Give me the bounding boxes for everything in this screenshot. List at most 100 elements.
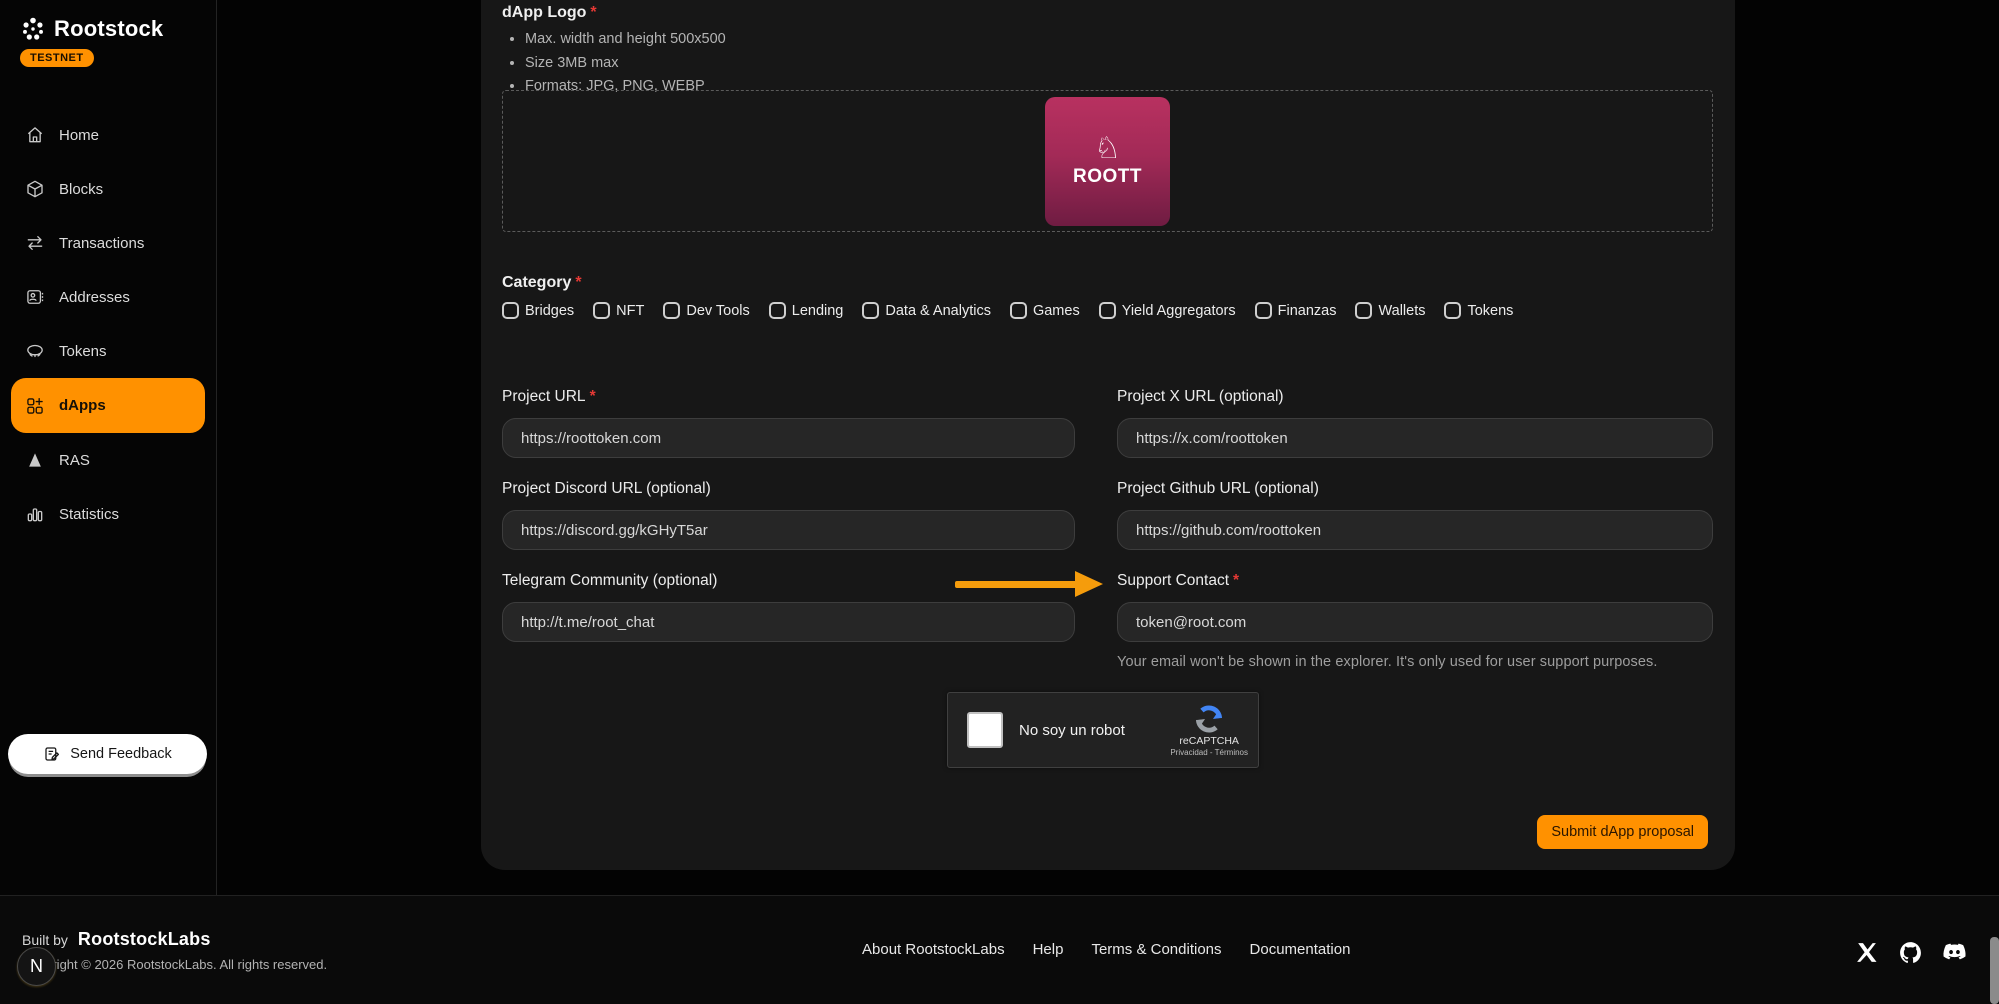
sidebar-item-home[interactable]: Home [0,108,216,162]
required-marker: * [575,274,581,291]
checkbox[interactable] [502,302,519,319]
sidebar-item-addresses[interactable]: Addresses [0,270,216,324]
field-project-url: Project URL* [502,388,1075,458]
github-icon[interactable] [1898,940,1923,965]
transactions-icon [25,233,45,253]
field-project-discord-url: Project Discord URL (optional) [502,480,1075,550]
logo-requirement: Max. width and height 500x500 [525,28,726,52]
brand-name: Rootstock [54,16,163,42]
tokens-icon [25,341,45,361]
recaptcha-privacy-links[interactable]: Privacidad - Términos [1170,748,1248,757]
sidebar-item-blocks[interactable]: Blocks [0,162,216,216]
built-by-text: Built by [22,932,68,948]
category-option-lending[interactable]: Lending [769,302,844,319]
field-label: Project X URL (optional) [1117,388,1713,406]
footer: Built by RootstockLabs Copyright © 2026 … [0,895,1999,1004]
url-fields-grid: Project URL* Project X URL (optional) Pr… [502,388,1713,670]
feedback-pencil-icon [43,745,61,763]
field-project-x-url: Project X URL (optional) [1117,388,1713,458]
n-avatar[interactable]: N [17,947,56,986]
dapp-logo-label: dApp Logo* [502,4,597,22]
project-url-input[interactable] [502,418,1075,458]
checkbox[interactable] [769,302,786,319]
recaptcha-widget: No soy un robot reCAPTCHA Privacidad - T… [947,692,1259,768]
blocks-icon [25,179,45,199]
field-label: Project URL* [502,388,1075,406]
checkbox[interactable] [593,302,610,319]
category-option-yield-aggregators[interactable]: Yield Aggregators [1099,302,1236,319]
sidebar-item-dapps[interactable]: dApps [11,378,205,433]
checkbox[interactable] [1010,302,1027,319]
sidebar-item-statistics[interactable]: Statistics [0,487,216,541]
checkbox[interactable] [862,302,879,319]
footer-social [1854,940,1967,965]
category-option-bridges[interactable]: Bridges [502,302,574,319]
category-label: Category* [502,274,582,292]
checkbox[interactable] [663,302,680,319]
field-project-github-url: Project Github URL (optional) [1117,480,1713,550]
required-marker: * [1233,572,1239,589]
recaptcha-brand: reCAPTCHA Privacidad - Términos [1170,704,1248,757]
checkbox[interactable] [1355,302,1372,319]
copyright-text: Copyright © 2026 RootstockLabs. All righ… [22,957,327,972]
scrollbar-thumb[interactable] [1990,937,1999,1004]
category-option-wallets[interactable]: Wallets [1355,302,1425,319]
field-label: Support Contact* [1117,572,1713,590]
footer-link-documentation[interactable]: Documentation [1250,941,1351,958]
home-icon [25,125,45,145]
footer-brand-block: Built by RootstockLabs Copyright © 2026 … [22,929,327,972]
recaptcha-brand-name: reCAPTCHA [1179,735,1239,747]
dapps-icon [25,396,45,416]
recaptcha-label: No soy un robot [1019,722,1125,739]
telegram-community-input[interactable] [502,602,1075,642]
project-github-url-input[interactable] [1117,510,1713,550]
footer-link-help[interactable]: Help [1033,941,1064,958]
checkbox[interactable] [1444,302,1461,319]
category-option-dev-tools[interactable]: Dev Tools [663,302,749,319]
logo-preview-tile: ♘ ROOTT [1045,97,1170,226]
sidebar-item-label: Statistics [59,506,119,523]
category-options: Bridges NFT Dev Tools Lending Data & Ana… [502,302,1513,319]
sidebar-item-label: dApps [59,397,106,414]
statistics-icon [25,504,45,524]
x-twitter-icon[interactable] [1854,940,1879,965]
footer-link-about[interactable]: About RootstockLabs [862,941,1005,958]
logo-requirement: Size 3MB max [525,52,726,76]
support-contact-input[interactable] [1117,602,1713,642]
logo-upload-dropzone[interactable]: ♘ ROOTT [502,90,1713,232]
checkbox[interactable] [1099,302,1116,319]
field-label: Project Discord URL (optional) [502,480,1075,498]
sidebar-item-transactions[interactable]: Transactions [0,216,216,270]
field-support-contact: Support Contact* Your email won't be sho… [1117,572,1713,670]
sidebar-item-ras[interactable]: RAS [0,433,216,487]
category-option-tokens[interactable]: Tokens [1444,302,1513,319]
category-option-data-analytics[interactable]: Data & Analytics [862,302,991,319]
required-marker: * [590,388,596,405]
testnet-badge: TESTNET [20,49,94,67]
brand[interactable]: Rootstock [0,0,216,42]
sidebar-item-label: Home [59,127,99,144]
ras-icon [25,450,45,470]
sidebar-item-label: Blocks [59,181,103,198]
logo-preview-symbol: ROOTT [1073,166,1142,188]
footer-link-terms[interactable]: Terms & Conditions [1091,941,1221,958]
recaptcha-checkbox[interactable] [967,712,1003,748]
sidebar-item-label: Transactions [59,235,144,252]
project-x-url-input[interactable] [1117,418,1713,458]
page: Rootstock TESTNET Home Blocks Transactio… [0,0,1999,1004]
support-contact-hint: Your email won't be shown in the explore… [1117,654,1713,670]
send-feedback-button[interactable]: Send Feedback [8,734,207,774]
dapp-proposal-form-panel: dApp Logo* Max. width and height 500x500… [481,0,1735,870]
footer-brand-name[interactable]: RootstockLabs [78,929,211,950]
checkbox[interactable] [1255,302,1272,319]
sidebar-item-tokens[interactable]: Tokens [0,324,216,378]
category-option-nft[interactable]: NFT [593,302,644,319]
category-option-finanzas[interactable]: Finanzas [1255,302,1337,319]
rootstock-logo-icon [20,16,46,42]
category-option-games[interactable]: Games [1010,302,1080,319]
field-label: Project Github URL (optional) [1117,480,1713,498]
submit-dapp-proposal-button[interactable]: Submit dApp proposal [1537,815,1708,849]
field-label: Telegram Community (optional) [502,572,1075,590]
project-discord-url-input[interactable] [502,510,1075,550]
discord-icon[interactable] [1942,940,1967,965]
